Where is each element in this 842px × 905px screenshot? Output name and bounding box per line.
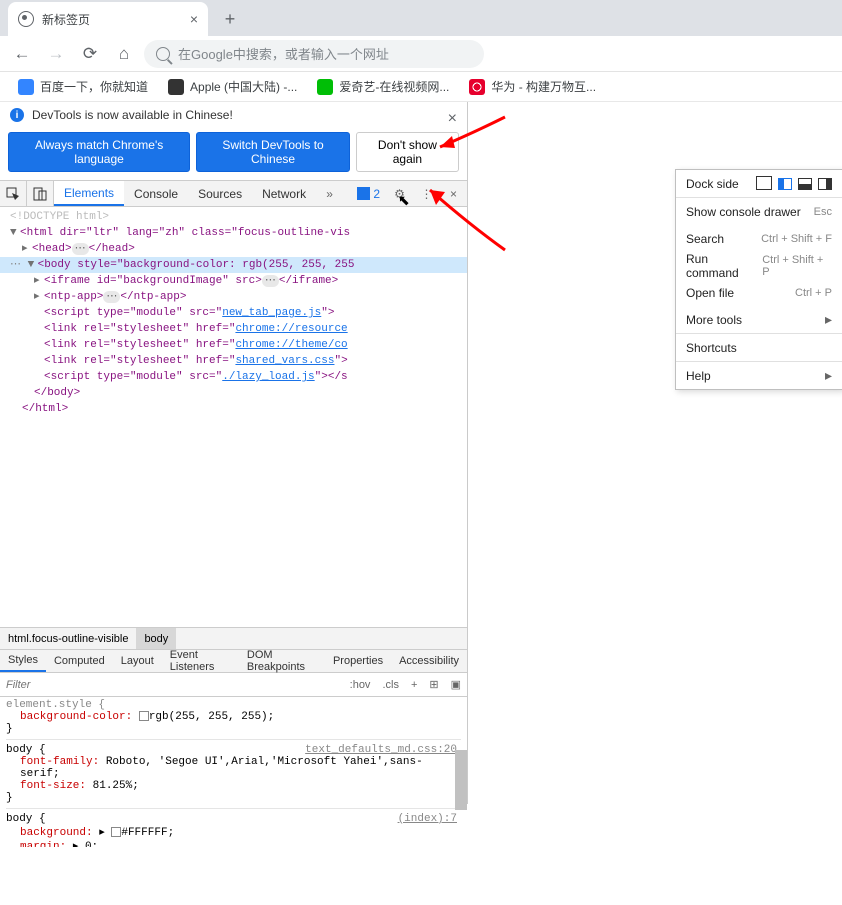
dom-body-selected[interactable]: ⋯ ▼<body style="background-color: rgb(25… (0, 257, 467, 273)
issues-counter[interactable]: 2 (351, 181, 386, 206)
dont-show-button[interactable]: Don't show again (356, 132, 459, 172)
hov-button[interactable]: :hov (344, 679, 377, 691)
tab-title: 新标签页 (42, 11, 182, 28)
dock-undock-icon[interactable] (758, 178, 772, 190)
match-language-button[interactable]: Always match Chrome's language (8, 132, 190, 172)
close-banner-icon[interactable]: × (448, 110, 457, 128)
inspect-element-icon[interactable] (0, 181, 27, 206)
menu-console-drawer[interactable]: Show console drawerEsc (676, 198, 842, 225)
chevron-right-icon: ▸ (825, 311, 832, 328)
dock-left-icon[interactable] (778, 178, 792, 190)
browser-toolbar: ← → ⟳ ⌂ 在Google中搜索，或者输入一个网址 (0, 36, 842, 72)
bookmark-huawei[interactable]: 华为 - 构建万物互... (461, 74, 604, 99)
browser-tab[interactable]: 新标签页 × (8, 2, 208, 36)
browser-titlebar: 新标签页 × + (0, 0, 842, 36)
search-icon (156, 47, 170, 61)
bookmark-baidu[interactable]: 百度一下，你就知道 (10, 74, 156, 99)
devtools-tabstrip: Elements Console Sources Network » 2 ⚙ ⋮… (0, 180, 467, 207)
menu-dock-side: Dock side (676, 170, 842, 197)
dock-bottom-icon[interactable] (798, 178, 812, 190)
more-tabs-icon[interactable]: » (316, 181, 343, 206)
info-icon: i (10, 108, 24, 122)
stab-dom[interactable]: DOM Breakpoints (239, 650, 325, 672)
menu-more-tools[interactable]: More tools▸ (676, 306, 842, 333)
huawei-icon (469, 79, 485, 95)
bookmark-iqiyi[interactable]: 爱奇艺-在线视频网... (309, 74, 457, 99)
apple-icon (168, 79, 184, 95)
chevron-right-icon: ▸ (825, 367, 832, 384)
iqiyi-icon (317, 79, 333, 95)
elements-tree[interactable]: <!DOCTYPE html> ▼<html dir="ltr" lang="z… (0, 207, 467, 627)
computed-panel-icon[interactable]: ⊞ (423, 678, 444, 691)
device-toolbar-icon[interactable] (27, 181, 54, 206)
styles-filter-input[interactable] (0, 679, 344, 691)
styles-filter-row: :hov .cls + ⊞ ▣ (0, 673, 467, 697)
issues-icon (357, 187, 370, 200)
forward-button[interactable]: → (42, 40, 70, 68)
rule-source-link[interactable]: (index):7 (398, 813, 457, 825)
menu-help[interactable]: Help▸ (676, 362, 842, 389)
reload-button[interactable]: ⟳ (76, 40, 104, 68)
stab-computed[interactable]: Computed (46, 650, 113, 672)
cls-button[interactable]: .cls (376, 679, 405, 691)
crumb-html[interactable]: html.focus-outline-visible (0, 628, 136, 649)
stab-props[interactable]: Properties (325, 650, 391, 672)
tab-sources[interactable]: Sources (188, 181, 252, 206)
tab-elements[interactable]: Elements (54, 181, 124, 206)
styles-rules[interactable]: element.style { background-color: rgb(25… (0, 697, 467, 847)
close-devtools-icon[interactable]: × (440, 181, 467, 206)
bookmarks-bar: 百度一下，你就知道 Apple (中国大陆) -... 爱奇艺-在线视频网...… (0, 72, 842, 102)
tab-network[interactable]: Network (252, 181, 316, 206)
omnibox-placeholder: 在Google中搜索，或者输入一个网址 (178, 44, 389, 63)
cursor-icon: ⬉ (398, 192, 410, 209)
address-bar[interactable]: 在Google中搜索，或者输入一个网址 (144, 40, 484, 68)
home-button[interactable]: ⌂ (110, 40, 138, 68)
switch-language-button[interactable]: Switch DevTools to Chinese (196, 132, 350, 172)
bookmark-apple[interactable]: Apple (中国大陆) -... (160, 74, 305, 99)
scrollbar[interactable] (455, 750, 467, 905)
kebab-menu-icon[interactable]: ⋮ (413, 181, 440, 206)
menu-search[interactable]: SearchCtrl + Shift + F (676, 225, 842, 252)
breadcrumb: html.focus-outline-visible body (0, 627, 467, 649)
menu-shortcuts[interactable]: Shortcuts (676, 334, 842, 361)
banner-buttons: Always match Chrome's language Switch De… (0, 128, 467, 180)
stab-events[interactable]: Event Listeners (162, 650, 239, 672)
devtools-menu: Dock side Show console drawerEsc SearchC… (675, 169, 842, 390)
color-swatch[interactable] (139, 711, 149, 721)
dock-right-icon[interactable] (818, 178, 832, 190)
menu-open-file[interactable]: Open fileCtrl + P (676, 279, 842, 306)
menu-run-command[interactable]: Run commandCtrl + Shift + P (676, 252, 842, 279)
stab-layout[interactable]: Layout (113, 650, 162, 672)
back-button[interactable]: ← (8, 40, 36, 68)
banner-message: DevTools is now available in Chinese! (32, 108, 233, 122)
box-model-icon[interactable]: ▣ (445, 678, 467, 691)
new-tab-button[interactable]: + (216, 5, 244, 33)
dom-doctype: <!DOCTYPE html> (0, 209, 467, 225)
close-tab-icon[interactable]: × (190, 11, 198, 27)
baidu-icon (18, 79, 34, 95)
tab-console[interactable]: Console (124, 181, 188, 206)
rule-source-link[interactable]: text_defaults_md.css:20 (305, 744, 457, 756)
crumb-body[interactable]: body (136, 628, 176, 649)
tab-favicon (18, 11, 34, 27)
stab-styles[interactable]: Styles (0, 650, 46, 672)
new-style-icon[interactable]: + (405, 679, 423, 691)
stab-acc[interactable]: Accessibility (391, 650, 467, 672)
styles-tabstrip: Styles Computed Layout Event Listeners D… (0, 649, 467, 673)
language-banner: i DevTools is now available in Chinese! … (0, 102, 467, 128)
color-swatch[interactable] (111, 827, 121, 837)
